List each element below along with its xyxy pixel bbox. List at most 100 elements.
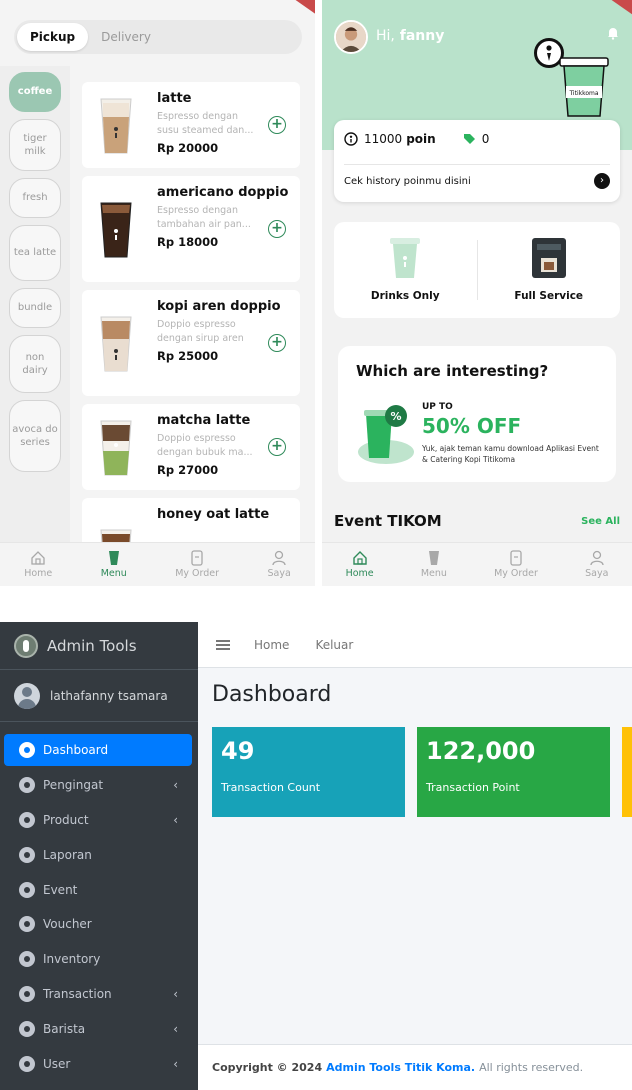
full-service-option[interactable]: Full Service — [478, 222, 621, 318]
add-to-cart-button[interactable]: + — [268, 220, 286, 238]
sidebar-item-transaction[interactable]: Transaction ‹ — [4, 978, 192, 1010]
nav-home-link[interactable]: Home — [254, 638, 289, 652]
brand[interactable]: Admin Tools — [0, 622, 198, 670]
sidebar-item-product[interactable]: Product ‹ — [4, 804, 192, 836]
product-desc: Doppio espresso dengan sirup aren — [157, 319, 244, 344]
product-name: americano doppio — [157, 185, 289, 200]
tab-menu[interactable]: Menu — [101, 550, 127, 579]
user-icon — [590, 550, 604, 566]
product-card[interactable]: americano doppio Espresso dengan tambaha… — [82, 176, 300, 282]
sidebar-item-barista[interactable]: Barista ‹ — [4, 1013, 192, 1045]
product-card[interactable]: kopi aren doppio Doppio espresso dengan … — [82, 290, 300, 396]
footer-brand-link[interactable]: Admin Tools Titik Koma. — [326, 1061, 475, 1074]
greeting-user: fanny — [399, 28, 445, 44]
product-card[interactable]: latte Espresso dengan susu steamed dan..… — [82, 82, 300, 168]
page-title: Dashboard — [212, 682, 332, 707]
category-tea-latte[interactable]: tea latte — [9, 225, 61, 281]
tab-saya[interactable]: Saya — [267, 550, 291, 579]
tab-my-order-label: My Order — [175, 568, 220, 579]
menu-screen: Pickup Delivery coffee tiger milk fresh … — [0, 0, 315, 586]
chevron-right-icon[interactable]: › — [594, 173, 610, 189]
points-card: 11000 poin 0 Cek history poinmu disini › — [334, 120, 620, 202]
tab-menu-label: Menu — [100, 568, 127, 579]
product-name: honey oat latte — [157, 507, 270, 522]
chart-pie-icon — [19, 811, 35, 828]
promo-description: Yuk, ajak teman kamu download Aplikasi E… — [422, 444, 599, 464]
bottom-tab-bar: Home Menu My Order Saya — [0, 542, 315, 586]
stat-box-transaction-count: 49 Transaction Count — [212, 727, 405, 817]
order-mode-toggle: Pickup Delivery — [14, 20, 302, 54]
chart-pie-icon — [19, 1021, 35, 1038]
drinks-only-option[interactable]: Drinks Only — [334, 222, 477, 318]
add-to-cart-button[interactable]: + — [268, 438, 286, 456]
screenshot-collage: Pickup Delivery coffee tiger milk fresh … — [0, 0, 632, 1090]
product-desc: Espresso dengan tambahan air pan... — [157, 205, 251, 230]
tab-my-order[interactable]: My Order — [175, 550, 219, 579]
user-panel[interactable]: lathafanny tsamara — [0, 670, 198, 722]
product-list: latte Espresso dengan susu steamed dan..… — [82, 82, 300, 542]
tab-menu[interactable]: Menu — [421, 550, 447, 579]
category-bundle[interactable]: bundle — [9, 288, 61, 328]
product-price: Rp 20000 — [157, 140, 219, 155]
latte-cup-icon — [100, 98, 132, 154]
kopi-aren-cup-icon — [100, 316, 132, 372]
takeaway-cup-icon: Titikkoma — [559, 57, 609, 117]
product-card[interactable]: honey oat latte — [82, 498, 300, 542]
sidebar-item-voucher[interactable]: Voucher — [4, 908, 192, 940]
tab-home-label: Home — [24, 568, 53, 579]
add-to-cart-button[interactable]: + — [268, 116, 286, 134]
points-label: poin — [406, 132, 436, 146]
category-avocado-series[interactable]: avoca do series — [9, 400, 61, 472]
promo-card[interactable]: Which are interesting? % UP TO 50% OFF Y… — [338, 346, 616, 482]
dashboard-icon — [19, 742, 35, 758]
brand-logo-icon — [14, 633, 38, 658]
honey-oat-cup-icon — [100, 529, 132, 542]
coin-icon — [344, 132, 358, 146]
sidebar-item-label: Transaction — [43, 987, 112, 1002]
sidebar-nav: Dashboard Pengingat ‹ Product ‹ Laporan — [0, 722, 198, 1080]
tab-home[interactable]: Home — [346, 550, 374, 579]
tab-home[interactable]: Home — [24, 550, 52, 579]
sidebar-item-label: Pengingat — [43, 777, 104, 792]
tab-my-order-label: My Order — [494, 568, 538, 579]
stat-box-transaction-point: 122,000 Transaction Point — [417, 727, 610, 817]
rights-text: All rights reserved. — [479, 1061, 584, 1074]
add-to-cart-button[interactable]: + — [268, 334, 286, 352]
sidebar-item-event[interactable]: Event — [4, 874, 192, 906]
delivery-tab[interactable]: Delivery — [88, 23, 164, 51]
sidebar-item-inventory[interactable]: Inventory — [4, 943, 192, 975]
home-screen: Hi, fanny Titikkoma 11000 poin 0 Cek his… — [322, 0, 632, 586]
hamburger-menu-icon[interactable] — [216, 639, 230, 650]
tab-saya[interactable]: Saya — [585, 550, 608, 579]
category-coffee[interactable]: coffee — [9, 72, 61, 112]
sidebar-item-label: Inventory — [43, 952, 101, 967]
bell-icon[interactable] — [606, 26, 620, 40]
product-name: matcha latte — [157, 413, 251, 428]
chart-pie-icon — [19, 986, 35, 1003]
sidebar-item-laporan[interactable]: Laporan — [4, 839, 192, 871]
admin-dashboard: Admin Tools lathafanny tsamara Dashboard… — [0, 622, 632, 1090]
divider — [344, 164, 610, 165]
nav-logout-link[interactable]: Keluar — [315, 638, 353, 652]
event-section-title: Event TIKOM — [334, 512, 442, 530]
sidebar-item-user[interactable]: User ‹ — [4, 1048, 192, 1080]
sidebar-item-label: Event — [43, 882, 78, 897]
footer: Copyright © 2024 Admin Tools Titik Koma.… — [198, 1044, 632, 1090]
top-navbar: Home Keluar — [198, 622, 632, 668]
brand-name: Admin Tools — [47, 636, 137, 655]
sidebar-item-dashboard[interactable]: Dashboard — [4, 734, 192, 766]
category-fresh[interactable]: fresh — [9, 178, 61, 218]
discount-cup-icon: % — [358, 405, 414, 464]
sidebar: Admin Tools lathafanny tsamara Dashboard… — [0, 622, 198, 1090]
pickup-tab[interactable]: Pickup — [17, 23, 89, 51]
sidebar-item-label: Dashboard — [43, 743, 109, 757]
full-service-label: Full Service — [514, 290, 584, 302]
user-avatar[interactable] — [334, 20, 368, 54]
see-all-link[interactable]: See All — [581, 516, 620, 527]
tab-my-order[interactable]: My Order — [494, 550, 538, 579]
category-tiger-milk[interactable]: tiger milk — [9, 119, 61, 171]
sidebar-item-pengingat[interactable]: Pengingat ‹ — [4, 769, 192, 801]
product-card[interactable]: matcha latte Doppio espresso dengan bubu… — [82, 404, 300, 490]
category-non-dairy[interactable]: non dairy — [9, 335, 61, 393]
points-history-link[interactable]: Cek history poinmu disini — [344, 176, 471, 187]
